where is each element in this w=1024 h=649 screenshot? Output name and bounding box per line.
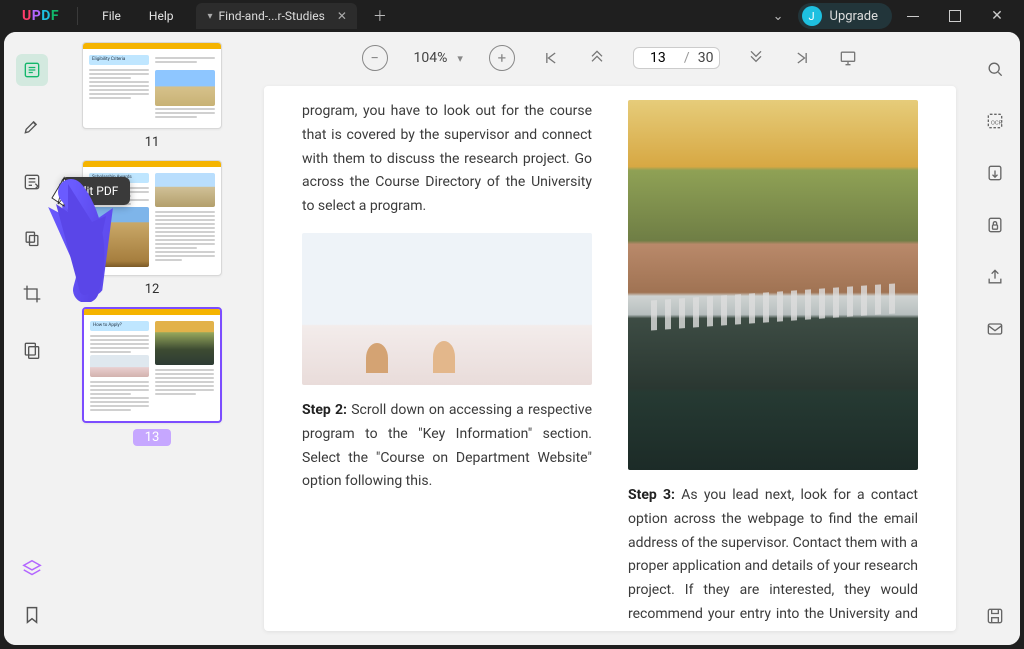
step3-label: Step 3: [628, 487, 675, 503]
total-pages: 30 [698, 50, 714, 66]
divider [77, 7, 78, 25]
thumbnail-panel: Eligibility Criteria 11 [60, 32, 250, 645]
window-minimize-button[interactable] [892, 0, 934, 32]
protect-button[interactable] [980, 210, 1010, 240]
edit-pdf-tooltip: Edit PDF [61, 177, 130, 205]
lock-page-icon [985, 215, 1005, 235]
user-avatar: J [802, 6, 822, 26]
presentation-button[interactable] [838, 48, 858, 68]
tab-label: Find-and-...r-Studies [219, 9, 325, 23]
paragraph: program, you have to look out for the co… [302, 100, 592, 219]
thumbnail-number: 11 [145, 135, 160, 150]
organize-pages-button[interactable] [16, 222, 48, 254]
svg-text:OCR: OCR [991, 120, 1003, 126]
document-left-column: program, you have to look out for the co… [302, 86, 592, 611]
tab-close-icon[interactable]: ✕ [337, 9, 347, 23]
save-icon [985, 606, 1005, 626]
redact-icon [22, 340, 42, 360]
new-tab-button[interactable]: ＋ [363, 6, 397, 26]
paragraph: Step 2: Scroll down on accessing a respe… [302, 399, 592, 494]
next-page-button[interactable] [746, 48, 766, 68]
right-tool-strip: OCR [970, 32, 1020, 645]
menu-help[interactable]: Help [135, 9, 188, 23]
step3-text: As you lead next, look for a contact opt… [628, 487, 918, 631]
work-area: Edit PDF [4, 32, 1020, 645]
search-icon [985, 59, 1005, 79]
article-image-group [302, 233, 592, 385]
paragraph: Step 3: As you lead next, look for a con… [628, 484, 918, 631]
upgrade-button[interactable]: J Upgrade [798, 3, 892, 29]
tab-bar: ▾ Find-and-...r-Studies ✕ ＋ [196, 0, 397, 32]
zoom-level[interactable]: 104% ▾ [414, 50, 463, 66]
current-page-input[interactable] [640, 50, 676, 66]
document-view: − 104% ▾ + / 30 [250, 32, 970, 645]
email-button[interactable] [980, 314, 1010, 344]
organize-pages-icon [22, 228, 42, 248]
edit-pdf-icon [22, 172, 42, 192]
document-right-column: Step 3: As you lead next, look for a con… [628, 86, 918, 611]
reader-mode-button[interactable] [16, 54, 48, 86]
zoom-out-button[interactable]: − [362, 45, 388, 71]
menu-file[interactable]: File [88, 9, 135, 23]
crop-icon [22, 284, 42, 304]
article-image-bridge [628, 100, 918, 470]
upgrade-label: Upgrade [830, 9, 878, 24]
first-page-button[interactable] [541, 48, 561, 68]
zoom-dropdown-icon[interactable]: ▾ [457, 52, 463, 65]
search-button[interactable] [980, 54, 1010, 84]
layers-icon [21, 558, 43, 580]
tab-indicator-icon: ▾ [208, 11, 213, 22]
ocr-button[interactable]: OCR [980, 106, 1010, 136]
edit-pdf-button[interactable] [16, 166, 48, 198]
document-tab[interactable]: ▾ Find-and-...r-Studies ✕ [196, 3, 357, 29]
zoom-value: 104% [414, 50, 448, 66]
window-close-button[interactable]: ✕ [976, 0, 1018, 32]
tab-overflow-button[interactable]: ⌄ [763, 9, 794, 24]
document-toolbar: − 104% ▾ + / 30 [250, 32, 970, 76]
page-separator: / [684, 50, 690, 66]
thumbnail-page-13[interactable]: How to Apply? [70, 307, 234, 446]
document-page: program, you have to look out for the co… [264, 86, 956, 631]
annotate-button[interactable] [16, 110, 48, 142]
left-tool-strip: Edit PDF [4, 32, 60, 645]
share-button[interactable] [980, 262, 1010, 292]
thumbnail-number: 13 [133, 429, 172, 446]
redact-button[interactable] [16, 334, 48, 366]
zoom-in-button[interactable]: + [489, 45, 515, 71]
save-button[interactable] [980, 601, 1010, 631]
thumbnail-page-11[interactable]: Eligibility Criteria 11 [70, 42, 234, 150]
bookmarks-button[interactable] [16, 599, 48, 631]
share-icon [985, 267, 1005, 287]
convert-button[interactable] [980, 158, 1010, 188]
mail-icon [985, 319, 1005, 339]
crop-button[interactable] [16, 278, 48, 310]
app-logo: UPDF [6, 8, 67, 24]
bookmark-icon [21, 604, 43, 626]
page-number-box[interactable]: / 30 [633, 47, 721, 69]
window-maximize-button[interactable] [934, 0, 976, 32]
title-bar: UPDF File Help ▾ Find-and-...r-Studies ✕… [0, 0, 1024, 32]
prev-page-button[interactable] [587, 48, 607, 68]
reader-mode-icon [22, 60, 42, 80]
highlighter-icon [22, 116, 42, 136]
thumbnail-number: 12 [145, 282, 160, 297]
last-page-button[interactable] [792, 48, 812, 68]
step2-label: Step 2: [302, 402, 347, 418]
convert-icon [985, 163, 1005, 183]
layers-button[interactable] [16, 553, 48, 585]
ocr-icon: OCR [985, 111, 1005, 131]
